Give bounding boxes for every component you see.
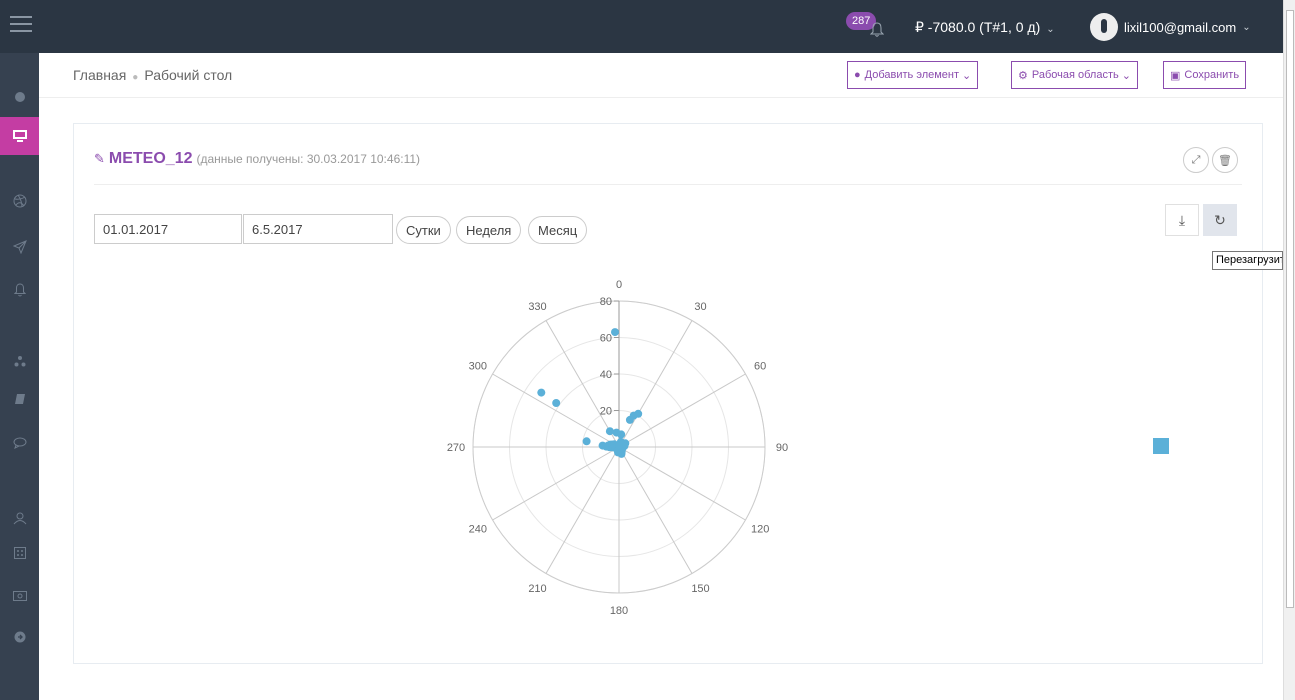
radial-tick-label: 60 (600, 333, 612, 345)
refresh-icon: ↻ (1214, 211, 1226, 228)
angle-tick-label: 150 (691, 583, 709, 595)
period-day-button[interactable]: Сутки (396, 216, 451, 244)
radial-tick-label: 20 (600, 406, 612, 418)
period-week-button[interactable]: Неделя (456, 216, 522, 244)
polar-spoke (618, 320, 693, 448)
angle-tick-label: 240 (469, 524, 487, 536)
angle-tick-label: 90 (776, 442, 788, 454)
fullscreen-button[interactable]: ⤢ (1183, 147, 1209, 173)
angle-tick-label: 210 (528, 583, 546, 595)
data-point (552, 399, 561, 407)
money-icon[interactable] (0, 577, 39, 615)
data-point (537, 388, 546, 397)
date-from-input[interactable] (94, 214, 242, 244)
sitemap-icon[interactable] (0, 342, 39, 380)
dribbble-icon[interactable] (0, 182, 39, 220)
notifications-button[interactable]: 287 (846, 12, 896, 42)
workspace-button[interactable]: ⚙ Рабочая область ⌄ (1011, 61, 1138, 89)
polar-spoke (618, 446, 746, 521)
angle-tick-label: 180 (610, 605, 628, 617)
angle-tick-label: 30 (694, 301, 706, 313)
page-scrollbar[interactable] (1283, 0, 1295, 700)
period-month-button[interactable]: Месяц (528, 216, 588, 244)
radial-tick-label: 80 (600, 296, 612, 308)
chevron-down-icon: ⌄ (1242, 21, 1251, 33)
download-icon: ⤓ (1178, 211, 1186, 228)
data-point (634, 409, 643, 418)
breadcrumb-separator: ● (132, 72, 139, 83)
angle-tick-label: 300 (469, 361, 487, 373)
data-point (615, 441, 623, 450)
reload-button[interactable]: ↻ (1203, 204, 1237, 236)
widget-header: ✎ METEO_12 (данные получены: 30.03.2017 10… (94, 150, 420, 168)
polar-spoke (545, 446, 620, 574)
reload-tooltip: Перезагрузить (1212, 251, 1283, 270)
angle-tick-label: 0 (616, 280, 622, 291)
legend-swatch (1153, 438, 1169, 454)
angle-tick-label: 60 (754, 361, 766, 373)
chat-icon[interactable] (0, 424, 39, 462)
book-icon[interactable] (0, 380, 39, 418)
data-point (605, 427, 614, 436)
chevron-down-icon: ⌄ (1121, 69, 1131, 82)
grid-icon[interactable] (0, 534, 39, 572)
bell-icon (870, 22, 884, 37)
breadcrumb-current: Рабочий стол (144, 67, 233, 83)
bell-icon[interactable] (0, 271, 39, 309)
user-email: lixil100@gmail.com (1124, 19, 1237, 35)
breadcrumb-home[interactable]: Главная (73, 67, 126, 83)
gears-icon: ⚙ (1018, 69, 1028, 82)
chevron-down-icon: ⌄ (1046, 24, 1055, 35)
polar-spoke (618, 446, 693, 574)
polar-chart: 0306090120150180210240270300330020406080 (447, 280, 788, 617)
trash-icon: 🗑 (1218, 154, 1232, 167)
user-icon[interactable] (0, 499, 39, 537)
top-navbar: 287 ₽ -7080.0 (Т#1, 0 д) ⌄ lixil100@gmail… (0, 0, 1283, 53)
angle-tick-label: 120 (751, 524, 769, 536)
add-element-button[interactable]: ● Добавить элемент ⌄ (847, 61, 979, 89)
widget-title: METEO_12 (108, 150, 193, 167)
globe-icon[interactable] (0, 78, 39, 116)
desktop-icon[interactable] (0, 117, 39, 155)
balance-dropdown[interactable]: ₽ -7080.0 (Т#1, 0 д) ⌄ (915, 19, 1055, 36)
paper-plane-icon[interactable] (0, 228, 39, 266)
expand-icon: ⤢ (1191, 153, 1201, 166)
date-to-input[interactable] (243, 214, 393, 244)
edit-icon[interactable]: ✎ (94, 151, 105, 166)
divider (39, 97, 1283, 98)
chevron-down-icon: ⌄ (962, 69, 972, 82)
sidebar (0, 53, 39, 700)
balance-value: ₽ -7080.0 (Т#1, 0 д) (915, 19, 1041, 35)
avatar (1090, 13, 1118, 41)
save-button[interactable]: ▣ Сохранить (1163, 61, 1247, 89)
arrow-circle-right-icon[interactable] (0, 618, 39, 656)
plus-circle-icon: ● (854, 69, 861, 81)
divider (94, 184, 1242, 185)
save-icon: ▣ (1170, 69, 1181, 82)
angle-tick-label: 330 (528, 301, 546, 313)
data-point (582, 437, 591, 446)
download-button[interactable]: ⤓ (1165, 204, 1199, 236)
menu-toggle-icon[interactable] (10, 16, 32, 36)
delete-button[interactable]: 🗑 (1212, 147, 1238, 173)
widget-subtitle: (данные получены: 30.03.2017 10:46:11) (196, 152, 421, 166)
breadcrumb: Главная ● Рабочий стол (73, 67, 232, 83)
data-point (611, 328, 619, 337)
data-point (617, 430, 626, 439)
user-menu[interactable]: lixil100@gmail.com ⌄ (1090, 13, 1251, 41)
polar-spoke (492, 446, 620, 521)
radial-tick-label: 40 (600, 369, 612, 381)
angle-tick-label: 270 (447, 442, 465, 454)
scrollbar-thumb[interactable] (1286, 10, 1294, 608)
